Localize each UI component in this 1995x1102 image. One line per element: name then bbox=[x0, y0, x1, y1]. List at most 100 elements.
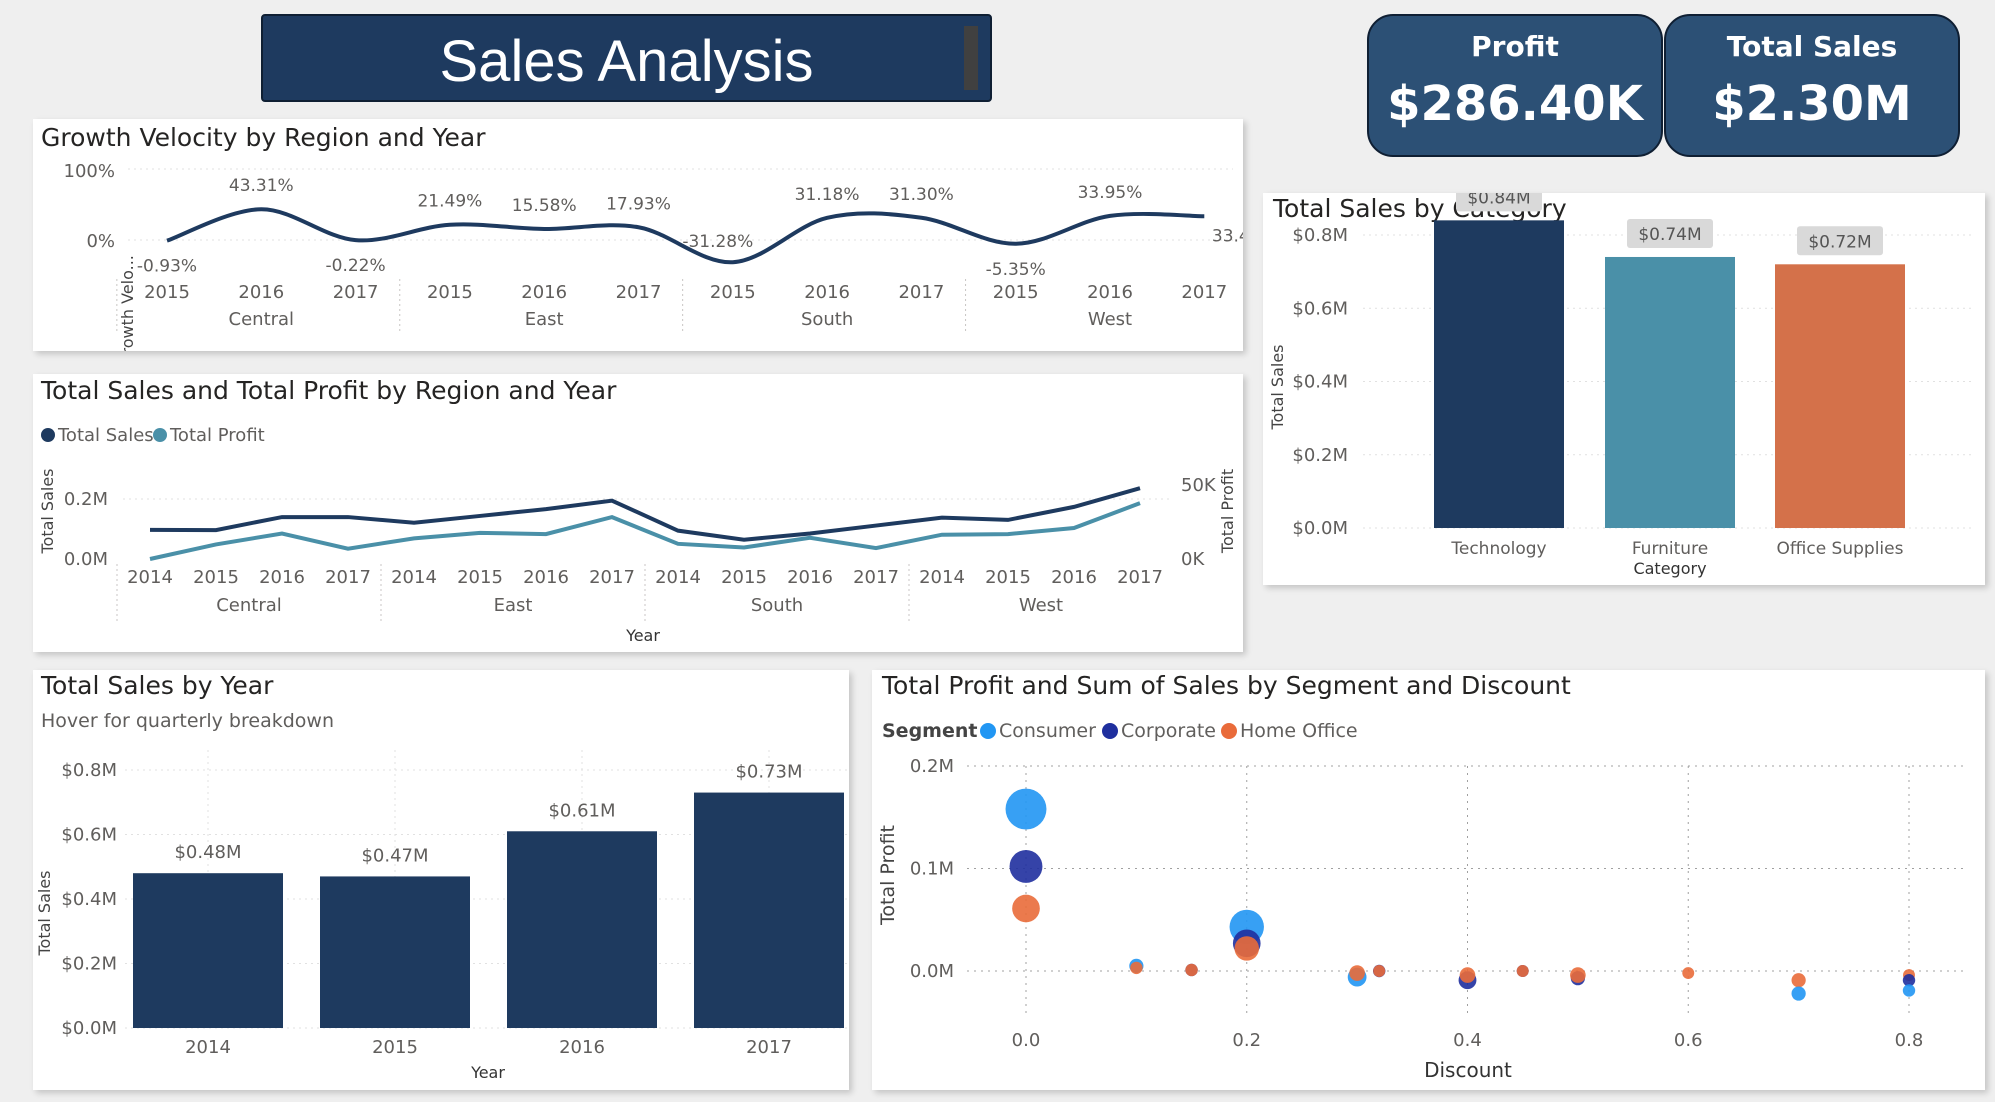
profit-y2-tick: 50K bbox=[1181, 475, 1217, 496]
growth-x-tick-region: Central bbox=[229, 309, 295, 330]
kpi-card-total-sales: Total Sales $2.30M bbox=[1664, 14, 1960, 157]
category-y-tick: $0.8M bbox=[1292, 225, 1348, 246]
sales-profit-x-tick-year: 2014 bbox=[919, 567, 965, 588]
sales-by-year-chart[interactable]: Total Sales Year $0.8M $0.6M $0.4M $0.2M $0.… bbox=[33, 670, 849, 1090]
sales-profit-x-tick-region: Central bbox=[216, 595, 282, 616]
legend-total-profit-marker bbox=[153, 428, 167, 442]
legend-consumer-label: Consumer bbox=[999, 720, 1096, 742]
year-data-label: $0.73M bbox=[735, 762, 802, 783]
scatter-point bbox=[1570, 967, 1586, 983]
scatter-y-tick: 0.0M bbox=[910, 961, 954, 982]
sales-profit-x-tick-region: West bbox=[1019, 595, 1063, 616]
scatter-point bbox=[1459, 967, 1476, 983]
category-x-tick: Office Supplies bbox=[1777, 539, 1904, 559]
growth-x-tick-year: 2016 bbox=[804, 282, 850, 303]
page-title: Sales Analysis bbox=[439, 29, 814, 94]
sales-profit-x-tick-year: 2015 bbox=[721, 567, 767, 588]
segment-discount-chart[interactable]: Segment Consumer Corporate Home Office T… bbox=[872, 670, 1985, 1090]
scatter-x-tick: 0.8 bbox=[1895, 1030, 1924, 1051]
growth-y-tick: 0% bbox=[86, 231, 115, 252]
growth-data-label: -0.22% bbox=[326, 256, 386, 276]
growth-x-tick-region: East bbox=[525, 309, 564, 330]
scatter-point bbox=[1012, 894, 1040, 923]
sales-profit-x-tick-year: 2014 bbox=[127, 567, 173, 588]
category-x-tick: Technology bbox=[1450, 539, 1546, 559]
sales-profit-panel[interactable]: Total Sales and Total Profit by Region a… bbox=[33, 374, 1243, 652]
growth-data-label: -0.93% bbox=[137, 257, 197, 277]
scatter-point bbox=[1373, 965, 1386, 977]
growth-y-tick: 100% bbox=[64, 161, 115, 182]
category-y-axis-label: Total Sales bbox=[1268, 344, 1287, 430]
sales-profit-x-tick-year: 2015 bbox=[193, 567, 239, 588]
growth-x-tick-year: 2015 bbox=[144, 282, 190, 303]
year-x-axis-label: Year bbox=[470, 1063, 505, 1082]
growth-data-label: 33.95% bbox=[1078, 183, 1143, 203]
sales-profit-x-tick-region: South bbox=[751, 595, 803, 616]
category-x-tick: Furniture bbox=[1632, 539, 1708, 559]
scatter-point bbox=[1130, 961, 1143, 975]
growth-data-label: -31.28% bbox=[682, 232, 753, 252]
category-bar bbox=[1605, 256, 1735, 528]
growth-data-label: 43.31% bbox=[229, 176, 294, 196]
sales-profit-x-tick-year: 2016 bbox=[787, 567, 833, 588]
sales-profit-x-tick-year: 2014 bbox=[391, 567, 437, 588]
category-x-axis-label: Category bbox=[1633, 559, 1706, 578]
category-y-tick: $0.6M bbox=[1292, 298, 1348, 319]
legend-home-office-marker bbox=[1221, 723, 1237, 739]
scatter-point bbox=[1791, 973, 1806, 988]
sales-y-tick: 0.2M bbox=[64, 489, 108, 510]
sales-profit-x-tick-year: 2015 bbox=[985, 567, 1031, 588]
category-panel[interactable]: Total Sales by Category Total Sales Cate… bbox=[1263, 193, 1985, 585]
year-bar bbox=[133, 873, 283, 1028]
title-scrollbar[interactable] bbox=[964, 26, 978, 90]
legend-total-sales-marker bbox=[41, 428, 55, 442]
growth-x-tick-year: 2017 bbox=[1181, 282, 1227, 303]
growth-data-label: 17.93% bbox=[606, 194, 671, 214]
year-y-tick: $0.2M bbox=[61, 954, 117, 975]
legend-consumer-marker bbox=[980, 723, 996, 739]
growth-x-tick-year: 2017 bbox=[616, 282, 662, 303]
category-y-tick: $0.2M bbox=[1292, 445, 1348, 466]
sales-profit-y2-axis-label: Total Profit bbox=[1218, 469, 1237, 554]
segment-legend-title: Segment bbox=[882, 720, 977, 742]
sales-profit-x-tick-year: 2017 bbox=[325, 567, 371, 588]
scatter-y-axis-label: Total Profit bbox=[877, 825, 899, 926]
growth-y-axis-label: Growth Velo... bbox=[118, 255, 137, 351]
growth-data-label: 31.18% bbox=[795, 185, 860, 205]
growth-x-tick-year: 2017 bbox=[898, 282, 944, 303]
legend-total-profit-label: Total Profit bbox=[169, 425, 265, 446]
sales-profit-chart[interactable]: Total Sales Total Profit Total Sales Tot… bbox=[33, 374, 1243, 652]
scatter-point bbox=[1185, 963, 1198, 977]
growth-data-label: 21.49% bbox=[417, 192, 482, 212]
growth-data-label: -5.35% bbox=[986, 260, 1046, 280]
year-bar bbox=[320, 876, 470, 1028]
year-y-tick: $0.0M bbox=[61, 1018, 117, 1039]
year-x-tick: 2017 bbox=[746, 1037, 792, 1058]
scatter-x-axis-label: Discount bbox=[1424, 1058, 1512, 1082]
total-profit-line bbox=[149, 501, 1141, 561]
scatter-x-tick: 0.4 bbox=[1453, 1030, 1482, 1051]
growth-x-tick-region: South bbox=[801, 309, 853, 330]
growth-velocity-panel[interactable]: Growth Velocity by Region and Year Growt… bbox=[33, 119, 1243, 351]
scatter-point bbox=[1005, 788, 1047, 830]
year-data-label: $0.48M bbox=[174, 842, 241, 863]
growth-x-tick-year: 2015 bbox=[993, 282, 1039, 303]
growth-velocity-chart[interactable]: Growth Velo... 100% 0% -0.93% 2015 43.31% 2… bbox=[33, 119, 1243, 351]
year-x-tick: 2016 bbox=[559, 1037, 605, 1058]
growth-x-tick-year: 2015 bbox=[427, 282, 473, 303]
category-chart[interactable]: Total Sales Category $0.8M $0.6M $0.4M $0.2… bbox=[1263, 193, 1985, 585]
legend-corporate-marker bbox=[1102, 723, 1118, 739]
growth-data-label: 31.30% bbox=[889, 185, 954, 205]
category-y-tick: $0.4M bbox=[1292, 372, 1348, 393]
growth-x-tick-region: West bbox=[1088, 309, 1132, 330]
growth-x-tick-year: 2016 bbox=[238, 282, 284, 303]
growth-x-tick-year: 2016 bbox=[1087, 282, 1133, 303]
sales-by-year-panel[interactable]: Total Sales by Year Hover for quarterly … bbox=[33, 670, 849, 1090]
kpi-total-sales-label: Total Sales bbox=[1726, 30, 1898, 63]
sales-profit-x-tick-year: 2017 bbox=[853, 567, 899, 588]
sales-profit-x-axis-label: Year bbox=[625, 626, 660, 645]
year-x-tick: 2015 bbox=[372, 1037, 418, 1058]
sales-y-tick: 0.0M bbox=[64, 549, 108, 570]
sales-profit-x-tick-year: 2016 bbox=[523, 567, 569, 588]
segment-discount-panel[interactable]: Total Profit and Sum of Sales by Segment… bbox=[872, 670, 1985, 1090]
